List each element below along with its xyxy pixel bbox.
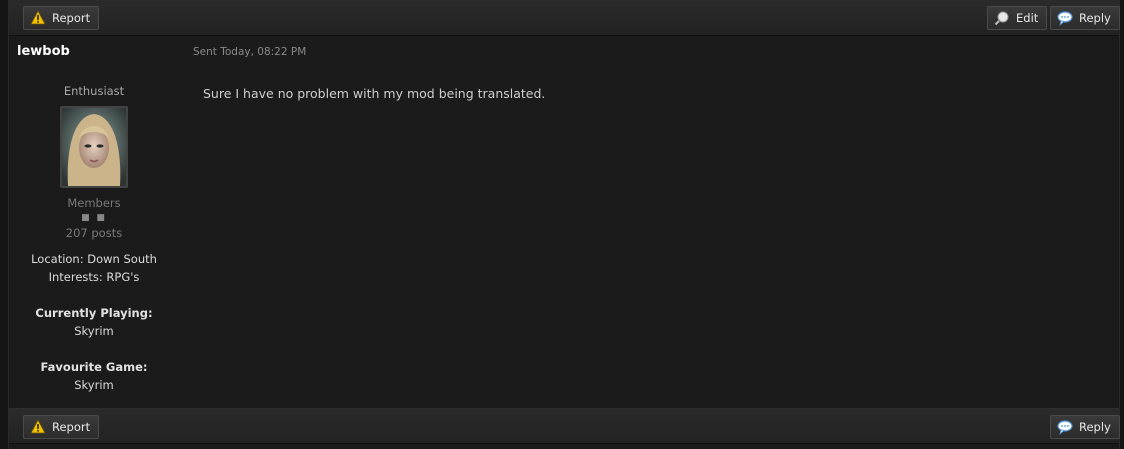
speech-bubble-icon xyxy=(1057,10,1073,26)
report-button-bottom[interactable]: Report xyxy=(23,415,100,439)
report-label: Report xyxy=(52,11,91,25)
post-timestamp: Sent Today, 08:22 PM xyxy=(193,46,307,58)
favourite-game-value: Skyrim xyxy=(74,378,114,392)
member-group: Members xyxy=(67,196,121,210)
member-rank: Enthusiast xyxy=(63,84,125,98)
interests: Interests: RPG's xyxy=(48,270,140,284)
reply-button-top[interactable]: Reply xyxy=(1050,6,1120,30)
post-container: Report Edit Reply lewbob Sent Today, 08:… xyxy=(8,0,1120,449)
rank-pips: ■ ■ xyxy=(81,213,107,223)
warning-icon xyxy=(30,10,46,26)
post-author[interactable]: lewbob xyxy=(17,44,70,59)
post-toolbar-bottom: Report Reply xyxy=(9,408,1120,444)
location: Location: Down South xyxy=(31,252,157,266)
reply-label: Reply xyxy=(1079,420,1111,434)
report-button-top[interactable]: Report xyxy=(23,6,100,30)
currently-playing-label: Currently Playing: xyxy=(35,306,153,320)
avatar[interactable] xyxy=(60,106,128,188)
post-body: Sure I have no problem with my mod being… xyxy=(203,86,546,101)
warning-icon xyxy=(30,419,46,435)
report-label: Report xyxy=(52,420,91,434)
currently-playing-value: Skyrim xyxy=(74,324,114,338)
edit-button[interactable]: Edit xyxy=(987,6,1048,30)
post-count: 207 posts xyxy=(65,226,123,240)
post-toolbar-top: Report Edit Reply xyxy=(9,0,1120,36)
edit-label: Edit xyxy=(1016,11,1039,25)
author-profile: Enthusiast Members ■ ■ 207 posts Locatio… xyxy=(17,82,171,394)
speech-bubble-icon xyxy=(1057,419,1073,435)
favourite-game-label: Favourite Game: xyxy=(40,360,148,374)
reply-label: Reply xyxy=(1079,11,1111,25)
reply-button-bottom[interactable]: Reply xyxy=(1050,415,1120,439)
edit-magnifier-icon xyxy=(994,10,1010,26)
